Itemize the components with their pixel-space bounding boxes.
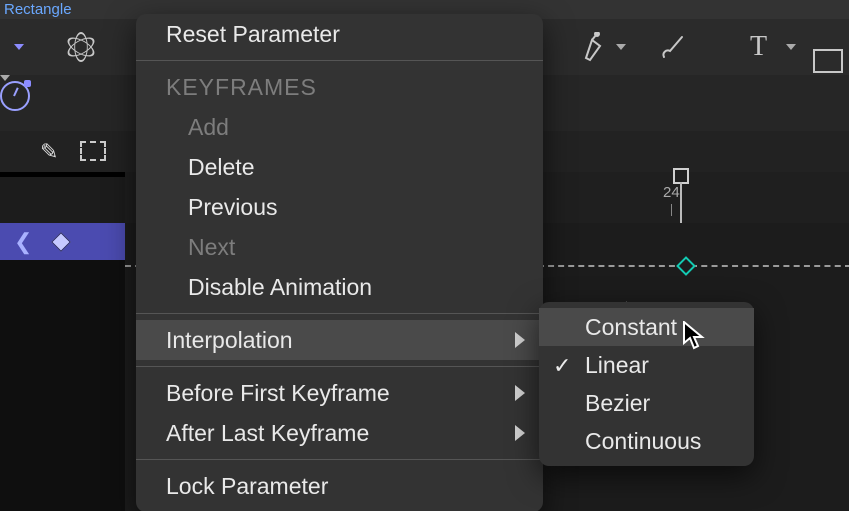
menu-next-keyframe: Next xyxy=(136,227,543,267)
toolbar-dropdown-indicator[interactable] xyxy=(14,19,24,75)
interpolation-submenu: Constant ✓ Linear Bezier Continuous xyxy=(539,302,754,466)
text-tool-dropdown[interactable] xyxy=(786,19,796,75)
ruler-tick: 24 xyxy=(663,184,680,201)
brush-tool-icon[interactable] xyxy=(660,19,688,75)
edit-icon[interactable]: ✎ xyxy=(40,139,58,165)
menu-after-label: After Last Keyframe xyxy=(166,420,369,446)
submenu-linear[interactable]: ✓ Linear xyxy=(539,346,754,384)
check-icon: ✓ xyxy=(553,352,571,380)
menu-reset-parameter[interactable]: Reset Parameter xyxy=(136,14,543,54)
value-guide-line xyxy=(691,265,849,267)
filters-icon[interactable] xyxy=(66,19,96,75)
menu-separator xyxy=(136,60,543,61)
ruler-tick-label: 24 xyxy=(663,184,680,201)
submenu-arrow-icon xyxy=(515,385,525,401)
keyframe-node[interactable] xyxy=(676,256,696,276)
menu-interpolation-label: Interpolation xyxy=(166,327,293,353)
track-header[interactable]: ❮ xyxy=(0,223,125,260)
text-tool-label: T xyxy=(750,31,767,63)
submenu-linear-label: Linear xyxy=(585,352,649,378)
track-list-empty xyxy=(0,260,125,511)
back-icon[interactable]: ❮ xyxy=(14,229,32,255)
menu-after-last-keyframe[interactable]: After Last Keyframe xyxy=(136,413,543,453)
menu-before-label: Before First Keyframe xyxy=(166,380,390,406)
menu-add-keyframe: Add xyxy=(136,107,543,147)
menu-disable-animation[interactable]: Disable Animation xyxy=(136,267,543,307)
menu-section-keyframes: KEYFRAMES xyxy=(136,67,543,107)
marquee-icon[interactable] xyxy=(80,141,106,161)
menu-separator xyxy=(136,313,543,314)
menu-delete-keyframe[interactable]: Delete xyxy=(136,147,543,187)
menu-before-first-keyframe[interactable]: Before First Keyframe xyxy=(136,373,543,413)
menu-lock-parameter[interactable]: Lock Parameter xyxy=(136,466,543,506)
app-root: Rectangle T ✎ 24 ❮ xyxy=(0,0,849,511)
keyframe-indicator[interactable] xyxy=(52,232,72,252)
submenu-continuous[interactable]: Continuous xyxy=(539,422,754,460)
submenu-bezier[interactable]: Bezier xyxy=(539,384,754,422)
menu-separator xyxy=(136,459,543,460)
menu-previous-keyframe[interactable]: Previous xyxy=(136,187,543,227)
submenu-arrow-icon xyxy=(515,425,525,441)
menu-separator xyxy=(136,366,543,367)
menu-interpolation[interactable]: Interpolation xyxy=(136,320,543,360)
rectangle-tool-icon[interactable] xyxy=(813,49,843,73)
playhead[interactable] xyxy=(673,168,689,186)
panel-splitter[interactable] xyxy=(0,172,125,177)
pen-tool-dropdown[interactable] xyxy=(616,19,626,75)
submenu-constant[interactable]: Constant xyxy=(539,308,754,346)
pen-tool-icon[interactable] xyxy=(582,19,608,75)
mouse-cursor-icon xyxy=(683,321,705,351)
text-tool-icon[interactable]: T xyxy=(750,19,767,75)
parameter-context-menu: Reset Parameter KEYFRAMES Add Delete Pre… xyxy=(136,14,543,511)
submenu-arrow-icon xyxy=(515,332,525,348)
